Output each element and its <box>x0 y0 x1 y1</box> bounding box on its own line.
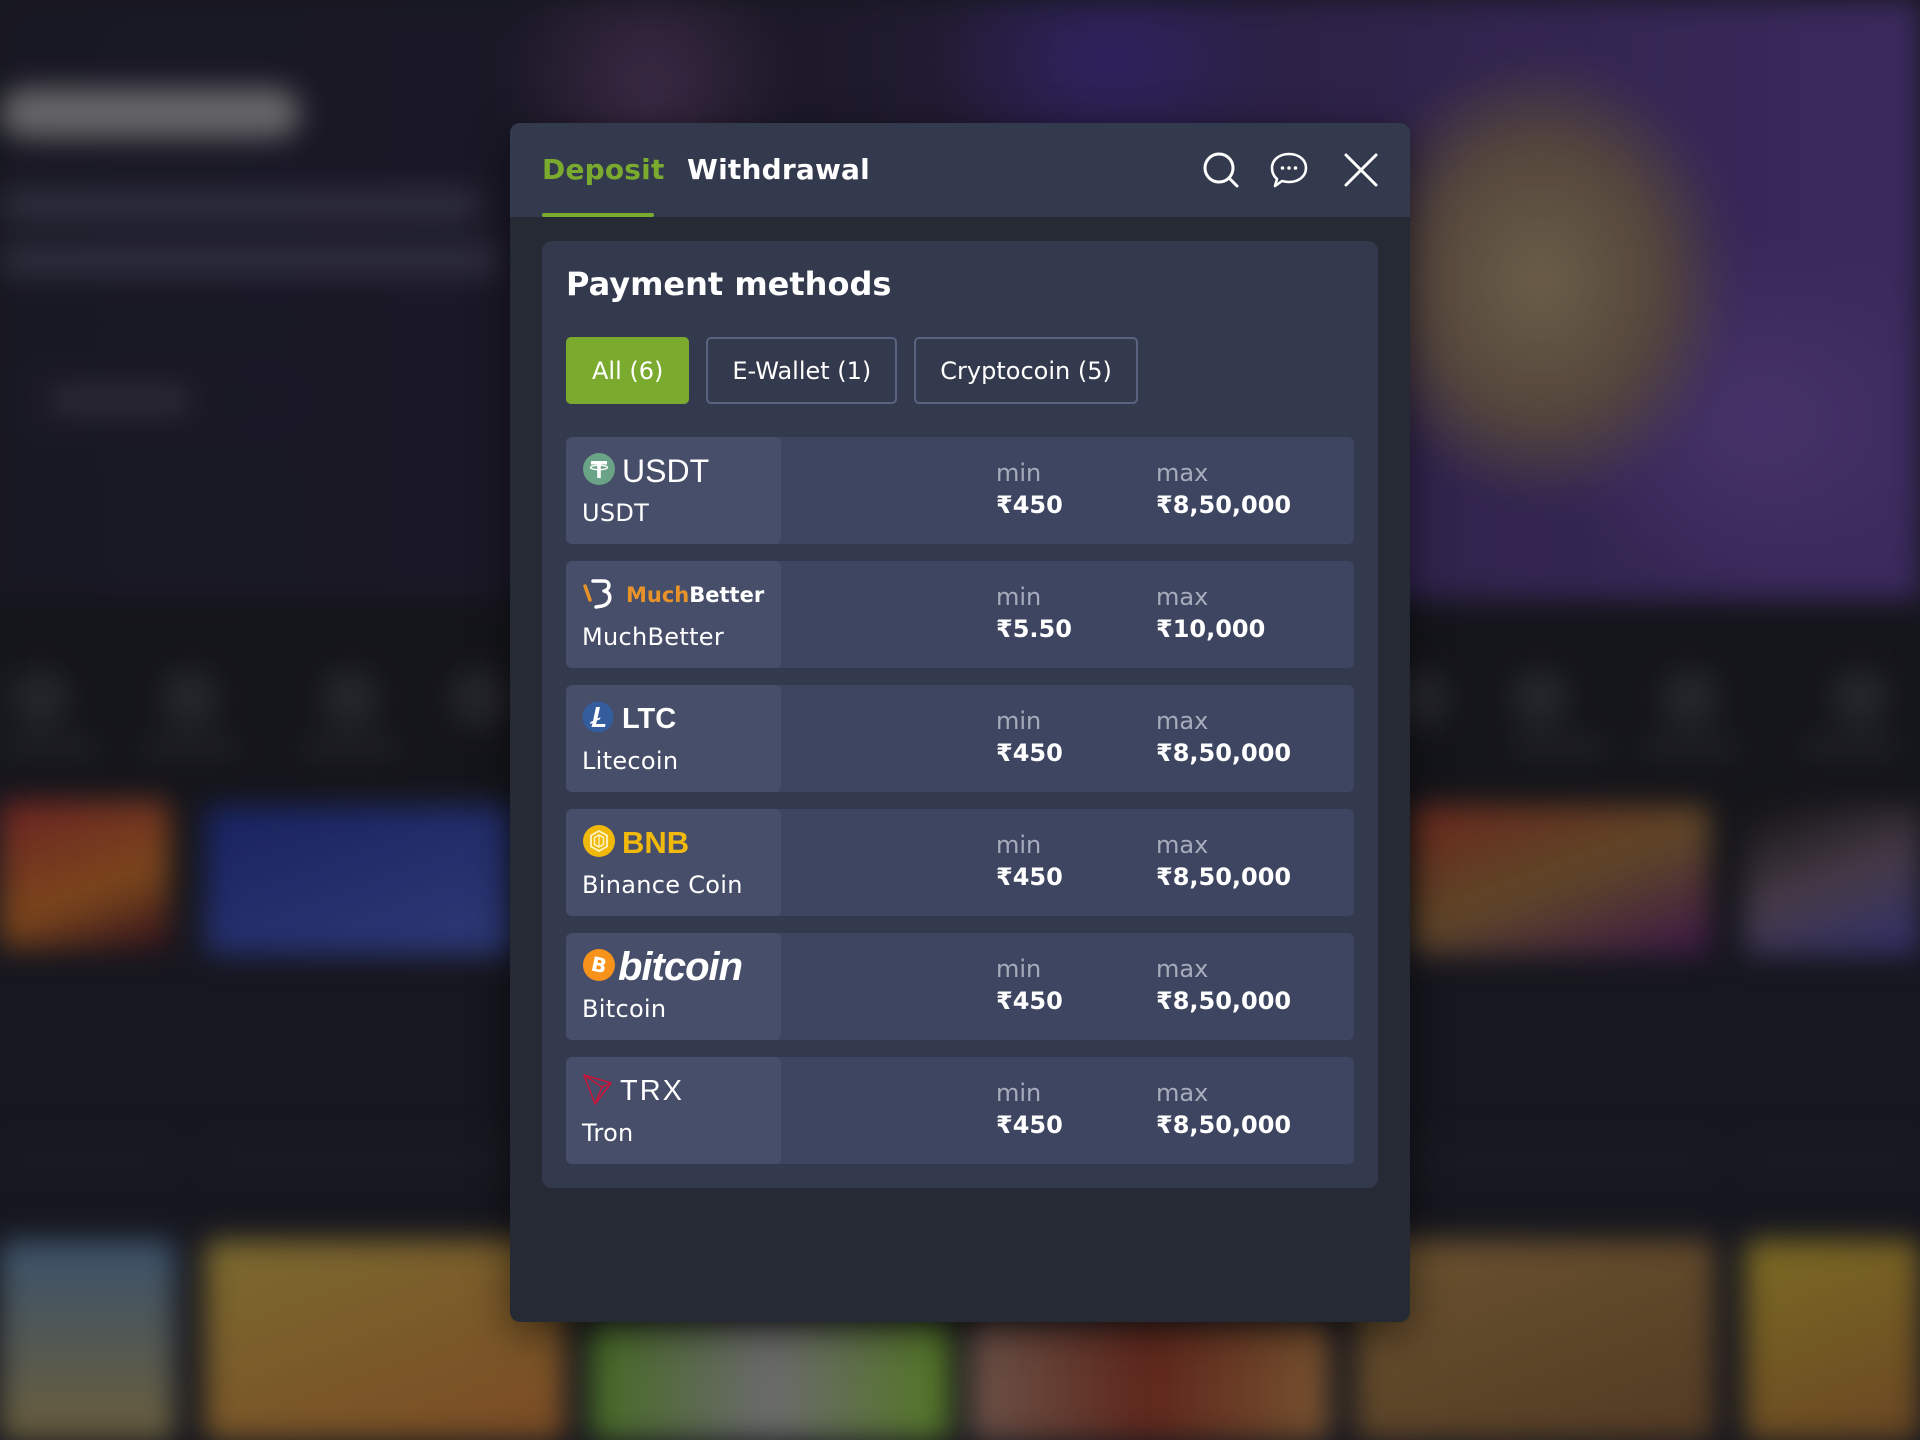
search-icon[interactable] <box>1200 149 1242 191</box>
max-limit: max ₹8,50,000 <box>1156 955 1292 1015</box>
min-limit: min ₹5.50 <box>996 583 1072 643</box>
bnb-icon <box>582 824 616 862</box>
max-limit: max ₹8,50,000 <box>1156 707 1292 767</box>
payment-method-litecoin[interactable]: LTC Litecoin min ₹450 max ₹8,50,000 <box>566 685 1354 792</box>
ltc-logo: LTC <box>582 699 781 739</box>
litecoin-icon <box>582 701 614 737</box>
min-limit: min ₹450 <box>996 1079 1063 1139</box>
max-limit: max ₹8,50,000 <box>1156 1079 1292 1139</box>
method-name: Bitcoin <box>582 995 667 1023</box>
max-limit: max ₹10,000 <box>1156 583 1266 643</box>
max-limit: max ₹8,50,000 <box>1156 831 1292 891</box>
payment-methods-panel: Payment methods All (6) E-Wallet (1) Cry… <box>542 241 1378 1188</box>
payment-method-bnb[interactable]: BNB Binance Coin min ₹450 max ₹8,50,000 <box>566 809 1354 916</box>
method-name: Litecoin <box>582 747 679 775</box>
payment-method-usdt[interactable]: USDT USDT min ₹450 max ₹8,50,000 <box>566 437 1354 544</box>
payment-modal: Deposit Withdrawal Payment methods All (… <box>510 123 1410 1322</box>
method-name: Binance Coin <box>582 871 743 899</box>
filter-cryptocoin[interactable]: Cryptocoin (5) <box>914 337 1138 404</box>
muchbetter-logo: MuchBetter <box>582 575 781 615</box>
min-limit: min ₹450 <box>996 459 1063 519</box>
filter-group: All (6) E-Wallet (1) Cryptocoin (5) <box>566 337 1138 404</box>
active-tab-indicator <box>542 213 654 217</box>
payment-method-list: USDT USDT min ₹450 max ₹8,50,000 MuchBet… <box>566 437 1354 1181</box>
tether-icon <box>582 452 616 490</box>
payment-method-bitcoin[interactable]: B bitcoin Bitcoin min ₹450 max ₹8,50,000 <box>566 933 1354 1040</box>
min-limit: min ₹450 <box>996 955 1063 1015</box>
bitcoin-icon: B <box>582 948 616 986</box>
chat-icon[interactable] <box>1268 149 1310 191</box>
panel-title: Payment methods <box>566 265 892 303</box>
method-name: MuchBetter <box>582 623 725 651</box>
modal-header: Deposit Withdrawal <box>510 123 1410 217</box>
min-limit: min ₹450 <box>996 707 1063 767</box>
close-icon[interactable] <box>1340 149 1382 191</box>
filter-all[interactable]: All (6) <box>566 337 690 404</box>
filter-e-wallet[interactable]: E-Wallet (1) <box>706 337 898 404</box>
method-name: USDT <box>582 499 650 527</box>
bnb-logo: BNB <box>582 823 781 863</box>
tron-icon <box>582 1071 616 1111</box>
tab-withdrawal[interactable]: Withdrawal <box>687 153 870 186</box>
min-limit: min ₹450 <box>996 831 1063 891</box>
bitcoin-logo: B bitcoin <box>582 945 781 989</box>
muchbetter-icon <box>582 576 616 614</box>
payment-method-muchbetter[interactable]: MuchBetter MuchBetter min ₹5.50 max ₹10,… <box>566 561 1354 668</box>
usdt-logo: USDT <box>582 451 781 491</box>
tab-deposit[interactable]: Deposit <box>542 153 665 186</box>
method-name: Tron <box>582 1119 634 1147</box>
max-limit: max ₹8,50,000 <box>1156 459 1292 519</box>
payment-method-tron[interactable]: TRX Tron min ₹450 max ₹8,50,000 <box>566 1057 1354 1164</box>
trx-logo: TRX <box>582 1071 781 1111</box>
